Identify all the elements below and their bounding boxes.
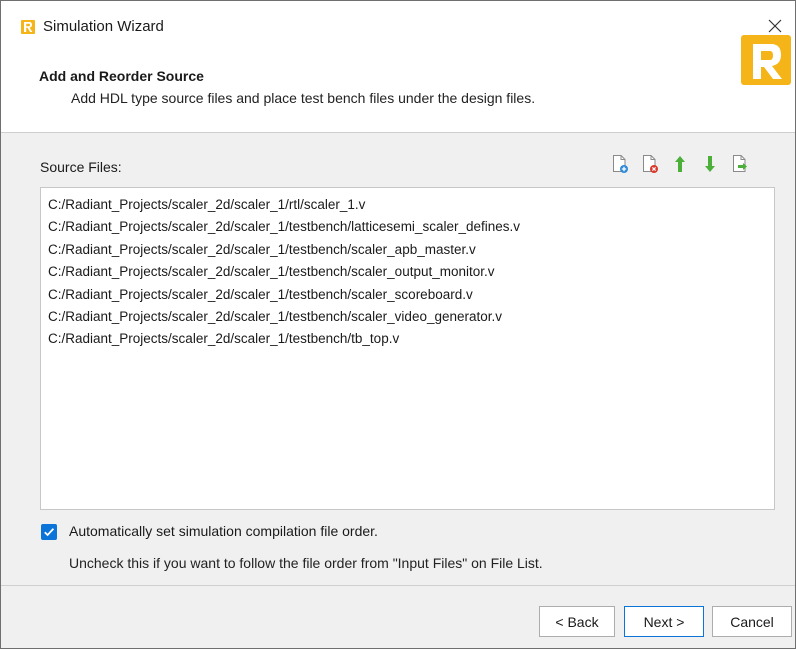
source-files-toolbar: [611, 151, 749, 177]
checkmark-icon: [44, 528, 55, 537]
radiant-logo-icon: [741, 35, 791, 85]
title-bar: Simulation Wizard: [1, 1, 795, 50]
source-files-label: Source Files:: [40, 159, 122, 175]
file-order-hint: Uncheck this if you want to follow the f…: [69, 555, 543, 571]
move-down-button[interactable]: [701, 154, 719, 174]
file-list-item[interactable]: C:/Radiant_Projects/scaler_2d/scaler_1/r…: [41, 194, 774, 216]
file-list-item[interactable]: C:/Radiant_Projects/scaler_2d/scaler_1/t…: [41, 306, 774, 328]
close-icon: [768, 19, 782, 33]
remove-file-icon: [643, 155, 658, 173]
add-file-icon: [613, 155, 628, 173]
add-file-button[interactable]: [611, 154, 629, 174]
page-title: Add and Reorder Source: [39, 68, 204, 84]
remove-file-button[interactable]: [641, 154, 659, 174]
move-up-icon: [675, 156, 685, 172]
file-list-item[interactable]: C:/Radiant_Projects/scaler_2d/scaler_1/t…: [41, 239, 774, 261]
export-file-icon: [733, 155, 747, 172]
source-file-list[interactable]: C:/Radiant_Projects/scaler_2d/scaler_1/r…: [40, 187, 775, 510]
file-list-item[interactable]: C:/Radiant_Projects/scaler_2d/scaler_1/t…: [41, 328, 774, 350]
radiant-app-icon: [21, 20, 35, 34]
auto-order-checkbox[interactable]: [41, 524, 57, 540]
page-description: Add HDL type source files and place test…: [71, 90, 536, 106]
file-list-item[interactable]: C:/Radiant_Projects/scaler_2d/scaler_1/t…: [41, 216, 774, 238]
file-list-item[interactable]: C:/Radiant_Projects/scaler_2d/scaler_1/t…: [41, 261, 774, 283]
footer-divider: [1, 585, 795, 586]
next-button[interactable]: Next >: [624, 606, 704, 637]
file-list-item[interactable]: C:/Radiant_Projects/scaler_2d/scaler_1/t…: [41, 284, 774, 306]
move-down-icon: [705, 156, 715, 172]
window-title: Simulation Wizard: [43, 18, 164, 35]
back-button[interactable]: < Back: [539, 606, 615, 637]
wizard-header: Add and Reorder Source Add HDL type sour…: [1, 50, 795, 133]
simulation-wizard-dialog: Simulation Wizard Add and Reorder Source…: [0, 0, 796, 649]
move-up-button[interactable]: [671, 154, 689, 174]
auto-order-label[interactable]: Automatically set simulation compilation…: [69, 523, 378, 539]
export-file-button[interactable]: [731, 154, 749, 174]
cancel-button[interactable]: Cancel: [712, 606, 792, 637]
